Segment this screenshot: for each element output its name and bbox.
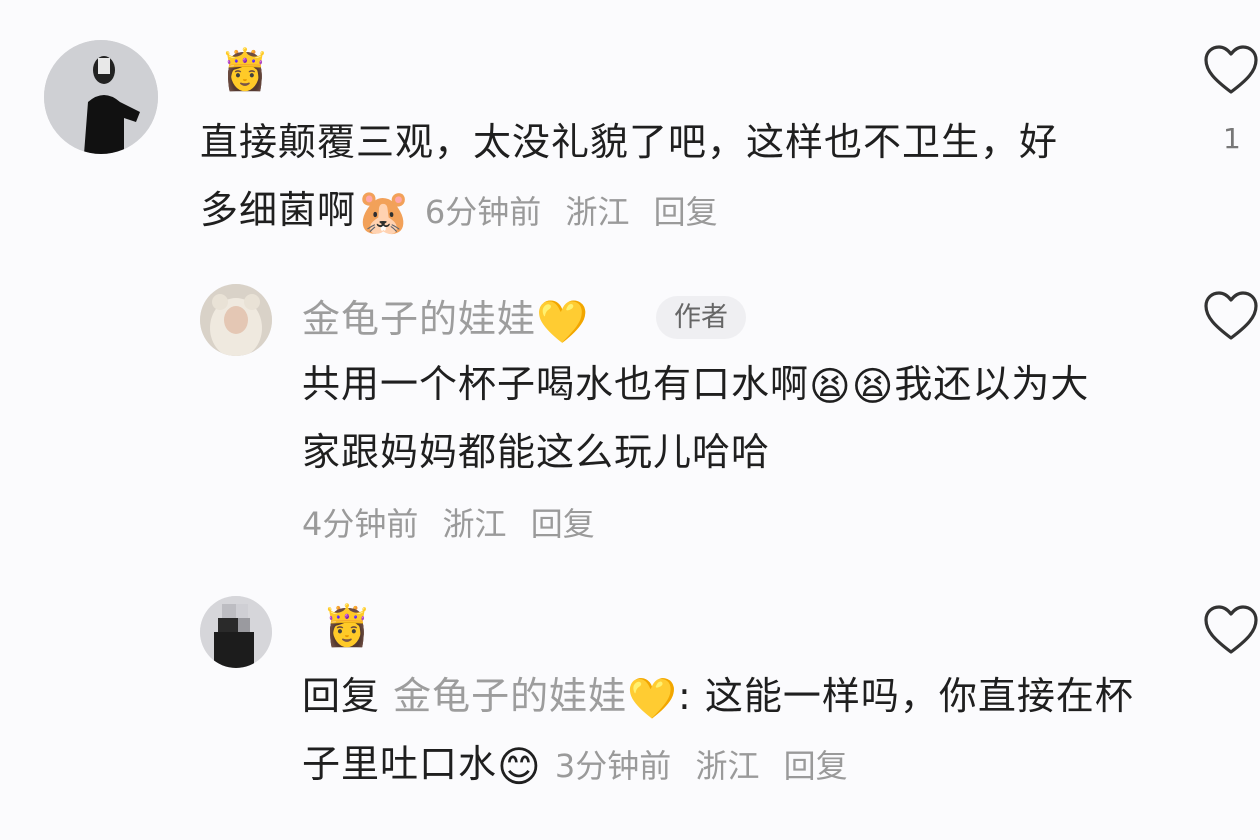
heart-outline-icon[interactable]	[1203, 44, 1259, 96]
comment-text: 共用一个杯子喝水也有口水啊😫😫我还以为大家跟妈妈都能这么玩儿哈哈	[302, 362, 1090, 474]
hamster-emoji-icon: 🐹	[356, 186, 412, 238]
reply-button[interactable]: 回复	[654, 193, 718, 231]
location: 浙江	[695, 747, 760, 785]
comment-meta: 4分钟前 浙江 回复	[302, 504, 595, 544]
avatar[interactable]	[200, 596, 272, 668]
heart-outline-icon[interactable]	[1203, 290, 1259, 342]
comment-meta: 3分钟前 浙江 回复	[555, 747, 848, 785]
avatar[interactable]	[200, 284, 272, 356]
author-tag: 作者	[656, 296, 746, 339]
timestamp: 3分钟前	[554, 747, 672, 785]
author-name[interactable]: 金龟子的娃娃💛	[302, 288, 589, 343]
comment-2: 金龟子的娃娃💛 作者 共用一个杯子喝水也有口水啊😫😫我还以为大家跟妈妈都能这么玩…	[0, 270, 1260, 570]
timestamp: 6分钟前	[424, 193, 542, 231]
yellow-heart-icon: 💛	[536, 296, 590, 346]
crown-badge-icon: 👸	[322, 603, 372, 649]
comment-text: 直接颠覆三观，太没礼貌了吧，这样也不卫生，好多细菌啊🐹 6分钟前 浙江 回复	[200, 120, 1059, 238]
smiling-face-emoji-icon: 😊	[497, 741, 542, 791]
avatar[interactable]	[44, 40, 158, 154]
location: 浙江	[565, 193, 630, 231]
reply-button[interactable]: 回复	[784, 747, 848, 785]
reply-prefix: 回复	[302, 674, 381, 718]
like-count: 1	[1223, 122, 1241, 155]
tired-face-emoji-icon: 😫😫	[809, 363, 895, 410]
comment-3: 👸 回复 金龟子的娃娃💛: 这能一样吗，你直接在杯子里吐口水😊 3分钟前 浙江 …	[0, 570, 1260, 840]
reply-button[interactable]: 回复	[531, 505, 595, 543]
reply-to-name[interactable]: 金龟子的娃娃	[393, 674, 627, 718]
comment-text: 回复 金龟子的娃娃💛: 这能一样吗，你直接在杯子里吐口水😊 3分钟前 浙江 回复	[302, 674, 1134, 791]
location: 浙江	[442, 505, 507, 543]
crown-badge-icon: 👸	[220, 47, 270, 93]
comment-1: 👸 直接颠覆三观，太没礼貌了吧，这样也不卫生，好多细菌啊🐹 6分钟前 浙江 回复…	[0, 0, 1260, 270]
yellow-heart-icon: 💛	[627, 675, 678, 722]
heart-outline-icon[interactable]	[1203, 604, 1259, 656]
comment-meta: 6分钟前 浙江 回复	[425, 193, 718, 231]
timestamp: 4分钟前	[302, 505, 419, 543]
